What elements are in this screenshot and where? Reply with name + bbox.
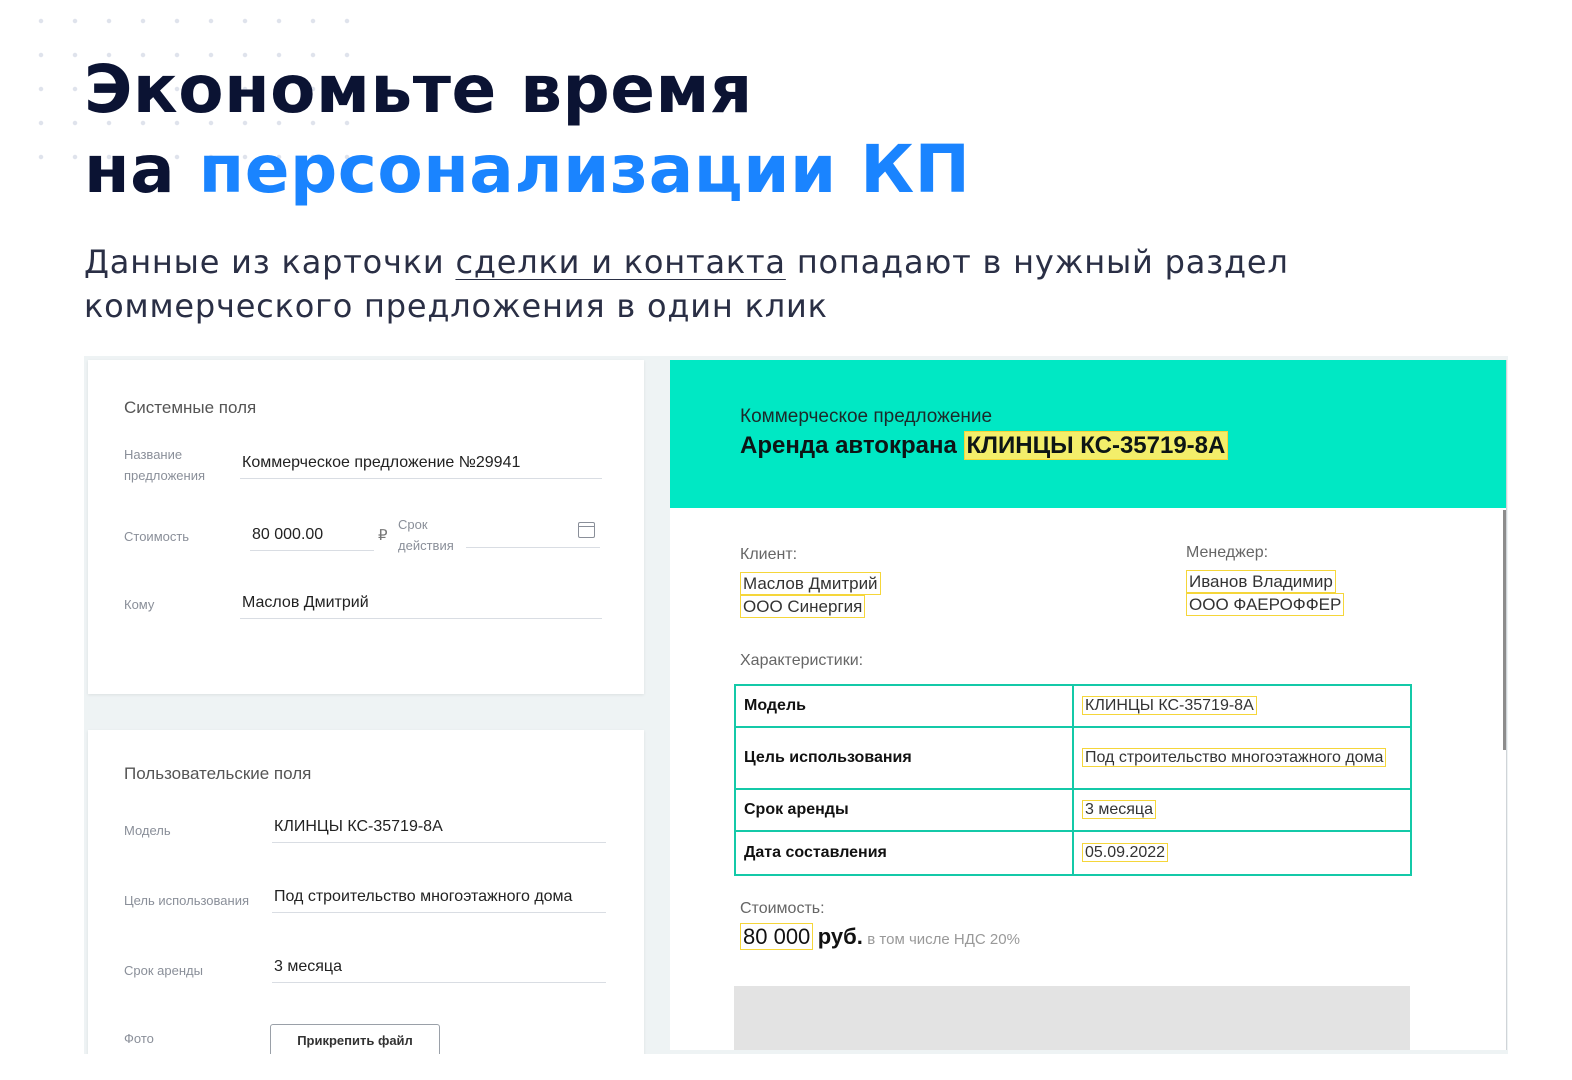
price-vat-note: в том числе НДС 20% xyxy=(867,931,1020,948)
manager-block: Иванов Владимир ООО ФАЕРОФФЕР xyxy=(1186,570,1345,616)
offer-name-field[interactable]: Коммерческое предложение №29941 xyxy=(240,454,602,479)
spec-value: 05.09.2022 xyxy=(1082,843,1169,862)
term-field[interactable]: 3 месяца xyxy=(272,958,606,983)
spec-key: Дата составления xyxy=(734,830,1074,876)
cost-label-doc: Стоимость: xyxy=(740,900,825,917)
table-row: Модель КЛИНЦЫ КС-35719-8А xyxy=(734,684,1412,728)
hero-headline: Экономьте время на персонализации КП xyxy=(84,50,970,210)
scrollbar[interactable] xyxy=(1503,510,1506,750)
client-name: Маслов Дмитрий xyxy=(740,572,881,595)
specs-table: Модель КЛИНЦЫ КС-35719-8А Цель использов… xyxy=(734,684,1412,876)
spec-value-cell: 05.09.2022 xyxy=(1072,830,1412,876)
system-fields-title: Системные поля xyxy=(124,398,257,417)
price-line: 80 000 руб. в том числе НДС 20% xyxy=(740,923,1020,950)
headline-accent: персонализации КП xyxy=(198,131,971,208)
subtitle-text-start: Данные из карточки xyxy=(84,243,445,281)
spec-value-cell: КЛИНЦЫ КС-35719-8А xyxy=(1072,684,1412,728)
document-title: Аренда автокрана КЛИНЦЫ КС-35719-8А xyxy=(740,431,1229,460)
calendar-icon[interactable] xyxy=(578,522,595,538)
screenshot-panel: Системные поля Название предложения Комм… xyxy=(84,356,1508,1054)
offer-document-preview: Коммерческое предложение Аренда автокран… xyxy=(670,360,1507,1050)
manager-name: Иванов Владимир xyxy=(1186,570,1336,593)
image-placeholder xyxy=(734,986,1410,1050)
headline-prefix: на xyxy=(84,131,176,208)
spec-key: Срок аренды xyxy=(734,788,1074,832)
table-row: Дата составления 05.09.2022 xyxy=(734,830,1412,876)
term-label: Срок аренды xyxy=(124,963,203,978)
cost-field[interactable]: 80 000.00 xyxy=(250,526,374,551)
spec-key: Модель xyxy=(734,684,1074,728)
hero-subtitle: Данные из карточки сделки и контакта поп… xyxy=(84,240,1404,328)
offer-name-label: Название предложения xyxy=(124,447,206,483)
document-supertitle: Коммерческое предложение xyxy=(740,406,993,427)
custom-fields-card: Пользовательские поля Модель КЛИНЦЫ КС-3… xyxy=(88,730,644,1054)
spec-value: 3 месяца xyxy=(1082,800,1156,819)
spec-value: Под строительство многоэтажного дома xyxy=(1082,748,1387,767)
cost-label: Стоимость xyxy=(124,529,190,544)
photo-label: Фото xyxy=(124,1031,154,1046)
table-row: Цель использования Под строительство мно… xyxy=(734,726,1412,790)
spec-value-cell: Под строительство многоэтажного дома xyxy=(1072,726,1412,790)
currency-sign: ₽ xyxy=(378,527,388,544)
spec-value: КЛИНЦЫ КС-35719-8А xyxy=(1082,696,1257,715)
spec-key: Цель использования xyxy=(734,726,1074,790)
to-label: Кому xyxy=(124,597,155,612)
attach-file-button[interactable]: Прикрепить файл xyxy=(270,1024,440,1054)
client-company: ООО Синергия xyxy=(740,595,866,618)
purpose-label: Цель использования xyxy=(124,893,250,908)
document-header: Коммерческое предложение Аренда автокран… xyxy=(670,360,1506,508)
custom-fields-title: Пользовательские поля xyxy=(124,764,312,783)
client-block: Маслов Дмитрий ООО Синергия xyxy=(740,572,881,618)
price-amount: 80 000 xyxy=(740,923,814,950)
subtitle-underlined: сделки и контакта xyxy=(455,243,786,281)
document-title-prefix: Аренда автокрана xyxy=(740,432,957,459)
client-label: Клиент: xyxy=(740,546,798,563)
model-field[interactable]: КЛИНЦЫ КС-35719-8А xyxy=(272,818,606,843)
validity-label: Срок действия xyxy=(398,517,454,553)
purpose-field[interactable]: Под строительство многоэтажного дома xyxy=(272,888,606,913)
spec-value-cell: 3 месяца xyxy=(1072,788,1412,832)
model-label: Модель xyxy=(124,823,171,838)
to-field[interactable]: Маслов Дмитрий xyxy=(240,594,602,619)
document-title-model: КЛИНЦЫ КС-35719-8А xyxy=(963,431,1229,460)
manager-label: Менеджер: xyxy=(1186,544,1269,561)
specs-label: Характеристики: xyxy=(740,652,864,669)
headline-line-1: Экономьте время xyxy=(84,51,753,128)
manager-company: ООО ФАЕРОФФЕР xyxy=(1186,593,1345,616)
system-fields-card: Системные поля Название предложения Комм… xyxy=(88,360,644,694)
price-currency: руб. xyxy=(817,924,863,949)
table-row: Срок аренды 3 месяца xyxy=(734,788,1412,832)
